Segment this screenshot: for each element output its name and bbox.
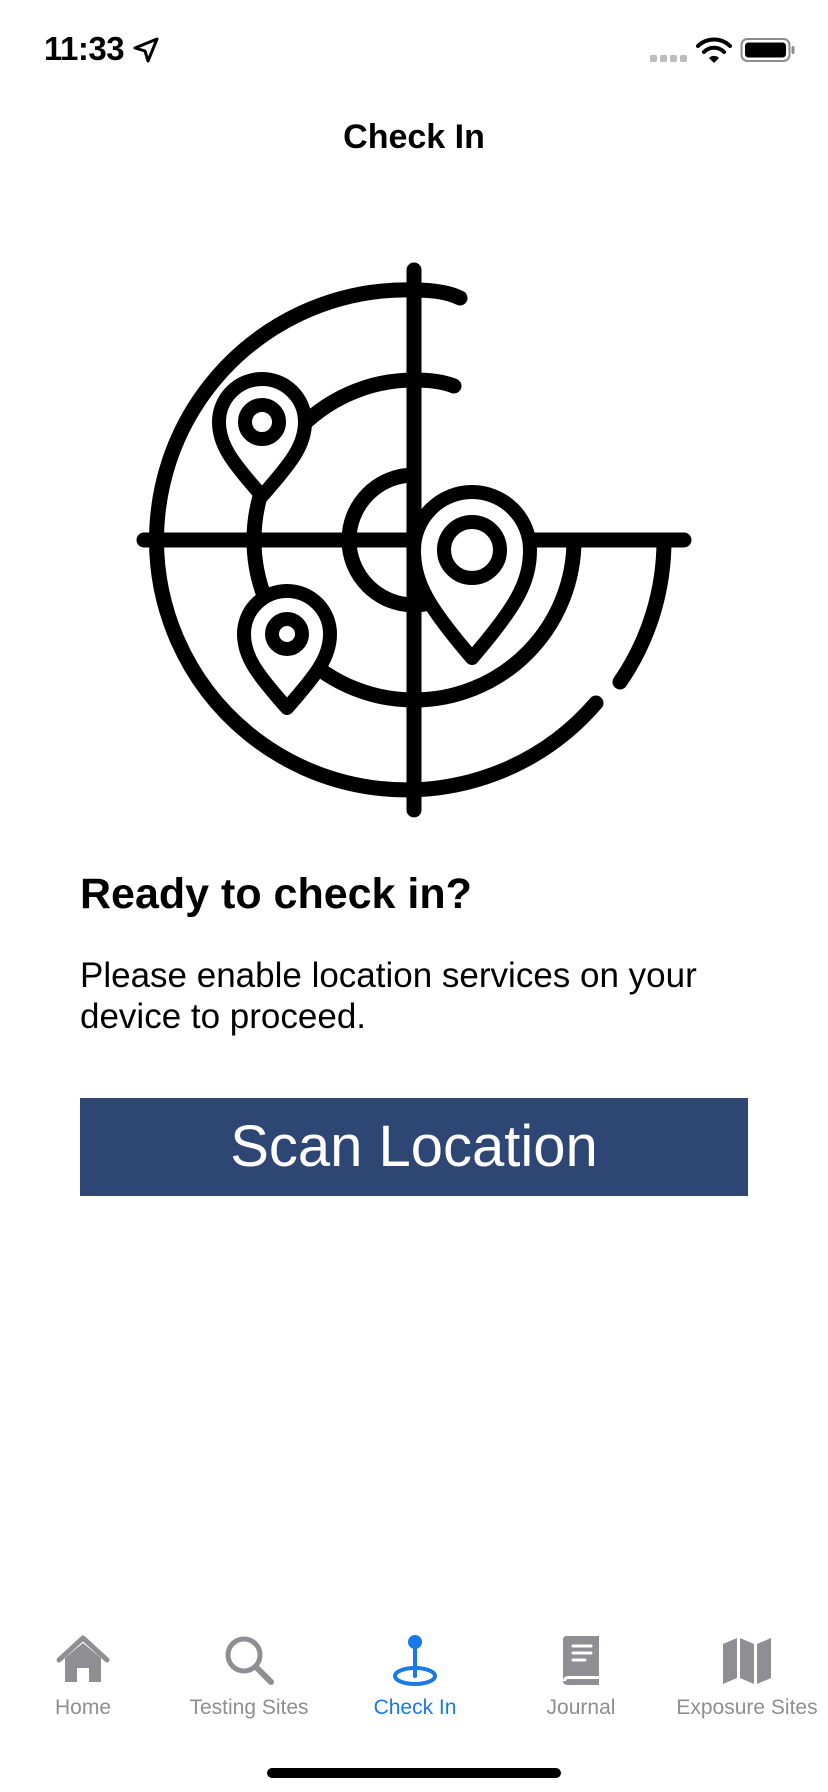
location-arrow-icon [133, 37, 159, 63]
location-pin-icon [393, 1635, 437, 1686]
scan-location-button[interactable]: Scan Location [80, 1098, 748, 1196]
home-indicator [267, 1768, 561, 1778]
tab-home[interactable]: Home [0, 1632, 166, 1742]
ready-heading: Ready to check in? [80, 870, 472, 918]
status-time: 11:33 [44, 30, 125, 67]
tab-journal[interactable]: Journal [498, 1632, 664, 1742]
search-icon [225, 1636, 274, 1685]
tab-check-in[interactable]: Check In [332, 1632, 498, 1742]
tab-label-testing-sites: Testing Sites [189, 1696, 309, 1719]
status-bar: 11:33 [0, 0, 828, 100]
tab-label-journal: Journal [546, 1696, 616, 1719]
map-icon [723, 1638, 771, 1684]
tab-label-check-in: Check In [373, 1696, 457, 1719]
wifi-icon [696, 37, 732, 63]
tab-label-exposure-sites: Exposure Sites [676, 1696, 818, 1719]
tab-label-home: Home [54, 1696, 112, 1719]
tab-testing-sites[interactable]: Testing Sites [166, 1632, 332, 1742]
radar-location-illustration [136, 262, 692, 818]
home-icon [56, 1635, 110, 1682]
page-title: Check In [343, 118, 485, 156]
tab-exposure-sites[interactable]: Exposure Sites [664, 1632, 828, 1742]
location-instructions: Please enable location services on your … [80, 956, 697, 1036]
tab-bar: Home Testing Sites Check In Journal Expo… [0, 1620, 828, 1792]
cellular-signal-icon [650, 55, 687, 62]
battery-icon [740, 38, 795, 62]
book-icon [563, 1636, 599, 1685]
